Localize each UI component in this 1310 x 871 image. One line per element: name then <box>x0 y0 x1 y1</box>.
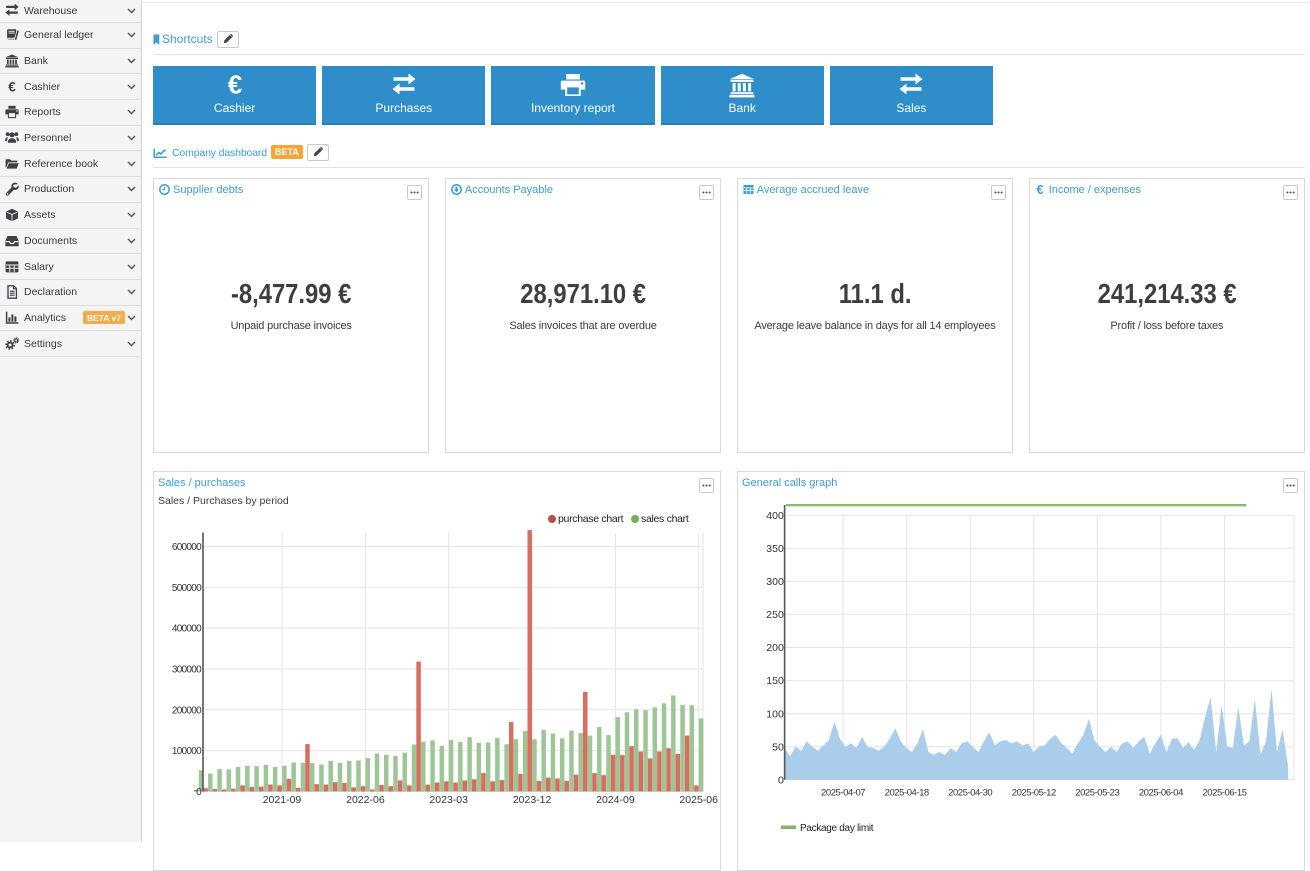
svg-text:2025-04-30: 2025-04-30 <box>948 787 992 798</box>
svg-text:2023-03: 2023-03 <box>429 794 468 806</box>
svg-text:2024-09: 2024-09 <box>596 794 635 806</box>
svg-text:600000: 600000 <box>172 542 202 553</box>
svg-text:150: 150 <box>766 675 784 687</box>
svg-text:2021-09: 2021-09 <box>263 794 302 806</box>
svg-text:400000: 400000 <box>172 623 202 634</box>
svg-text:0: 0 <box>778 774 784 786</box>
svg-text:€: € <box>1036 184 1043 195</box>
svg-text:2025-06-04: 2025-06-04 <box>1139 787 1183 798</box>
svg-text:200000: 200000 <box>172 705 202 716</box>
svg-text:2025-06: 2025-06 <box>679 794 718 806</box>
svg-text:2025-05-23: 2025-05-23 <box>1075 787 1119 798</box>
svg-text:2025-05-12: 2025-05-12 <box>1012 787 1056 798</box>
svg-text:250: 250 <box>766 609 784 621</box>
svg-text:50: 50 <box>772 741 784 753</box>
svg-text:100000: 100000 <box>172 746 202 757</box>
svg-text:€: € <box>8 80 16 94</box>
svg-text:2023-12: 2023-12 <box>513 794 552 806</box>
svg-text:400: 400 <box>766 509 784 521</box>
svg-text:300000: 300000 <box>172 664 202 675</box>
svg-text:€: € <box>227 73 241 97</box>
svg-text:Package day limit: Package day limit <box>800 823 874 834</box>
svg-text:500000: 500000 <box>172 582 202 593</box>
svg-text:2022-06: 2022-06 <box>346 794 385 806</box>
svg-text:2025-04-07: 2025-04-07 <box>821 787 865 798</box>
svg-text:100: 100 <box>766 708 784 720</box>
svg-text:350: 350 <box>766 542 784 554</box>
svg-text:2025-06-15: 2025-06-15 <box>1202 787 1246 798</box>
svg-text:2025-04-18: 2025-04-18 <box>885 787 929 798</box>
svg-text:200: 200 <box>766 642 784 654</box>
svg-text:300: 300 <box>766 576 784 588</box>
